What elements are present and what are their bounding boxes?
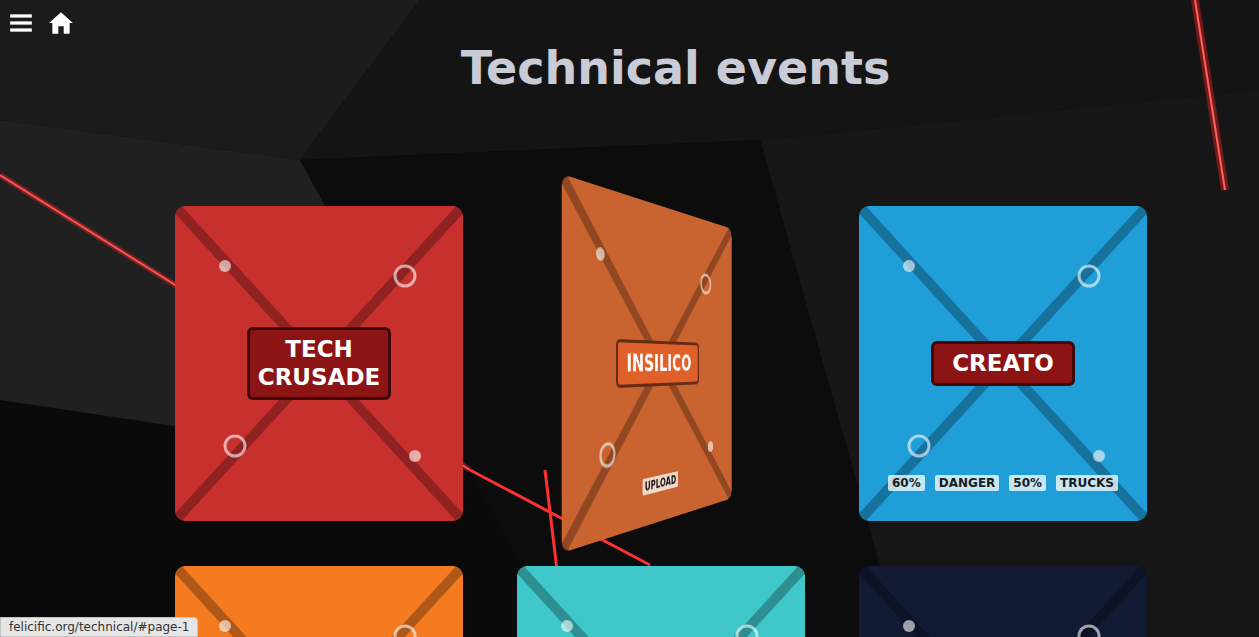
top-nav [8,10,74,36]
events-grid: TECH CRUSADE INSILICO UPLOAD CREATO 60% D… [0,206,1259,637]
event-card[interactable]: TECH CRUSADE [175,206,463,521]
card-tag: UPLOAD [642,471,678,496]
technical-events-page: Technical events TECH CRUSADE INSILICO U… [0,0,1259,637]
event-slot: TECH CRUSADE [175,206,463,521]
event-label: CREATO [931,341,1075,387]
event-card[interactable] [517,566,805,637]
status-bar: felicific.org/technical/#page-1 [0,617,198,637]
event-card[interactable] [175,566,463,637]
card-tags: 60% DANGER 50% TRUCKS [879,475,1127,491]
event-card[interactable]: CREATO 60% DANGER 50% TRUCKS [859,206,1147,521]
event-slot: INSILICO UPLOAD [517,206,805,521]
event-slot [517,566,805,637]
menu-icon[interactable] [8,10,34,36]
card-pattern [859,566,1147,637]
event-label: INSILICO [616,339,699,389]
card-pattern [517,566,805,637]
card-tag: 60% [888,475,925,491]
card-pattern [175,566,463,637]
card-tag: 50% [1009,475,1046,491]
card-tag: DANGER [935,475,1000,491]
event-card[interactable] [859,566,1147,637]
event-label: TECH CRUSADE [247,327,391,400]
event-slot: CREATO 60% DANGER 50% TRUCKS [859,206,1147,521]
card-tag: TRUCKS [1056,475,1118,491]
page-title: Technical events [0,0,1259,96]
event-slot [175,566,463,637]
event-slot [859,566,1147,637]
home-icon[interactable] [48,10,74,36]
event-card[interactable]: INSILICO UPLOAD [562,174,732,553]
